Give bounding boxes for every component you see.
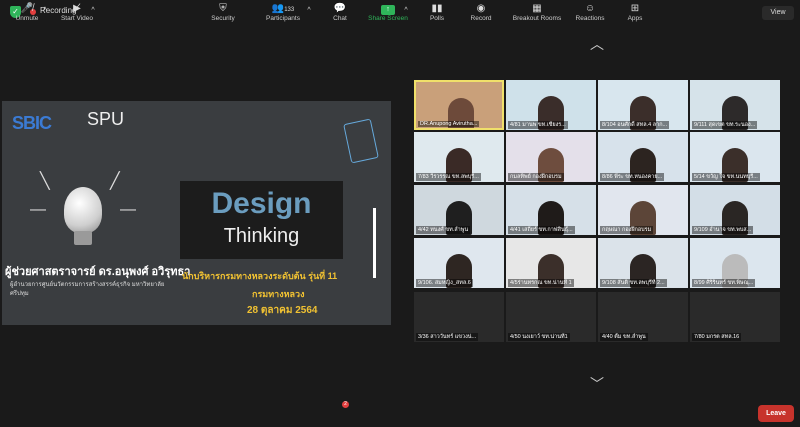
participant-tile[interactable]: DR.Anupong Avirutha... [414,80,504,130]
participant-tile[interactable]: 9/106. สมหญิง_สทล.6 [414,238,504,288]
participants-count: 133 [284,7,295,13]
polls-button[interactable]: ▮▮ Polls [424,2,450,26]
audio-options-chevron-icon[interactable]: ^ [40,4,50,28]
participant-tile[interactable]: 4/42 ทนงศ์ ขท.ลำพูน [414,185,504,235]
design-thinking-box: Design Thinking [180,181,343,259]
shield-icon: ⛨ [219,3,227,14]
ray-icon: — [30,201,46,218]
participant-tile[interactable]: 9/111 สุดเขต ขท.ระนอง... [690,80,780,130]
lightbulb-icon [64,187,102,233]
apps-button[interactable]: ⊞ Apps [620,2,650,26]
chat-button[interactable]: 💬 Chat [326,2,354,26]
ray-icon: ╱ [110,173,120,190]
divider-bar [373,208,376,278]
gallery-next-arrow-icon[interactable]: ﹀ [587,377,607,391]
participant-name: 4/50 นงเยาว์ ขท.น่านที่1 [508,333,570,341]
shared-screen: SBIC SPU ╲ ╱ — — Design Thinking ผู้ช่วย… [2,101,391,325]
participant-tile[interactable]: 7/83 วีรวรรณ ขท.ลพบุรี... [414,132,504,182]
participants-icon: 👥133 [271,3,295,14]
participant-tile[interactable]: 3/36 สาววันทร์ แขวงน่... [414,292,504,342]
course-title: นักบริหารกรมทางหลวงระดับต้น รุ่นที่ 11 [182,271,338,281]
participant-tile[interactable]: 5/14 ขวัญ ใจ ขท.นนทบุรี... [690,132,780,182]
participant-tile[interactable]: 4/50 นงเยาว์ ขท.น่านที่1 [506,292,596,342]
tablet-graphic [343,118,379,164]
participant-name: 5/14 ขวัญ ใจ ขท.นนทบุรี... [692,173,760,181]
breakout-rooms-button[interactable]: ▦ Breakout Rooms [508,2,566,26]
participants-label: Participants [266,15,300,22]
participant-name: 4/40 ตั้ม ขท.ลำพูน [600,333,648,341]
participant-tile[interactable]: 4/5ร่านทรกณ ขท.น่านที่ 1 [506,238,596,288]
chat-unread-badge: 2 [342,401,349,408]
participant-tile[interactable]: 4/41 เสถียร์ ขท.กาฬสินธุ์... [506,185,596,235]
participant-name: 9/111 สุดเขต ขท.ระนอง... [692,121,758,129]
reactions-label: Reactions [575,15,605,22]
chat-icon: 💬 [333,3,347,14]
participant-name: 4/81 มานพ ขท.เชียงร... [508,121,568,129]
participants-button[interactable]: 👥133 Participants [260,2,306,26]
participant-name: 3/36 สาววันทร์ แขวงน่... [416,333,479,341]
reactions-button[interactable]: ☺ Reactions [572,2,608,26]
participant-name: 7/80 มกรต สทล.16 [692,333,742,341]
presenter-name: ผู้ช่วยศาสตราจารย์ ดร.อนุพงศ์ อวิรุทธา [5,266,191,278]
sbic-logo: SBIC [12,113,52,134]
ray-icon: ╲ [40,173,50,190]
polls-label: Polls [429,15,445,22]
participant-tile[interactable]: 9/109 อำนาจ ขท.พบส... [690,185,780,235]
presenter-subtitle: ผู้อำนวยการศูนย์นวัตกรรมการสร้างสรรค์ธุร… [10,282,165,297]
polls-icon: ▮▮ [431,3,443,14]
share-options-chevron-icon[interactable]: ^ [401,4,411,28]
slide-title-line2: Thinking [223,225,300,247]
slide-date: 28 ตุลาคม 2564 [247,305,318,316]
participant-tile[interactable]: 8/104 อนศักดิ์ สทล.4 ลาก... [598,80,688,130]
reactions-icon: ☺ [584,3,596,14]
department: กรมทางหลวง [252,289,305,299]
participant-name: 9/108 สันติ ขท.ลพบุรีที่ 2... [600,279,667,287]
apps-label: Apps [627,15,643,22]
participant-tile[interactable]: 9/108 สันติ ขท.ลพบุรีที่ 2... [598,238,688,288]
participant-tile[interactable]: 8/86 พีระ ขท.หนองคาย... [598,132,688,182]
participant-name: 8/86 พีระ ขท.หนองคาย... [600,173,665,181]
participant-tile[interactable]: 7/80 มกรต สทล.16 [690,292,780,342]
participant-tile[interactable]: 4/40 ตั้ม ขท.ลำพูน [598,292,688,342]
participant-name: 4/42 ทนงศ์ ขท.ลำพูน [416,226,471,234]
participant-name: 9/106. สมหญิง_สทล.6 [416,279,473,287]
record-icon: ◉ [476,3,486,14]
video-options-chevron-icon[interactable]: ^ [88,4,98,28]
record-button[interactable]: ◉ Record [466,2,496,26]
slide-title-line1: Design [211,187,312,220]
participant-name: 8/99 ศิริรินทร์ ขท.พิษณุ... [692,279,756,287]
participant-name: 9/109 อำนาจ ขท.พบส... [692,226,754,234]
participant-tile[interactable]: กมลทิพย์ กองฝึกอบรม [506,132,596,182]
spu-logo: SPU [87,109,125,129]
ray-icon: — [120,201,136,218]
participant-name: กมลทิพย์ กองฝึกอบรม [508,173,564,181]
participant-tile[interactable]: 8/99 ศิริรินทร์ ขท.พิษณุ... [690,238,780,288]
view-button[interactable]: View [762,6,794,20]
chat-label: Chat [333,15,347,22]
security-button[interactable]: ⛨ Security [206,2,240,26]
view-label: View [770,9,786,16]
participant-tile[interactable]: กฤษณา กองฝึกอบรม [598,185,688,235]
participant-name: DR.Anupong Avirutha... [418,121,480,127]
participant-tile[interactable]: 4/81 มานพ ขท.เชียงร... [506,80,596,130]
leave-button[interactable]: Leave [758,405,794,422]
participant-name: กฤษณา กองฝึกอบรม [600,226,654,234]
breakout-rooms-label: Breakout Rooms [512,15,562,22]
security-label: Security [211,15,235,22]
breakout-rooms-icon: ▦ [532,3,542,14]
participant-name: 7/83 วีรวรรณ ขท.ลพบุรี... [416,173,481,181]
gallery-prev-arrow-icon[interactable]: ︿ [587,37,607,51]
bottom-toolbar [0,400,800,427]
lightbulb-base [74,231,92,245]
sbic-logo-text: SBIC [12,113,52,133]
participants-options-chevron-icon[interactable]: ^ [304,4,314,28]
record-label: Record [470,15,492,22]
participant-name: 4/41 เสถียร์ ขท.กาฬสินธุ์... [508,226,575,234]
participant-name: 4/5ร่านทรกณ ขท.น่านที่ 1 [508,279,574,287]
apps-icon: ⊞ [630,3,640,14]
participant-name: 8/104 อนศักดิ์ สทล.4 ลาก... [600,121,670,129]
